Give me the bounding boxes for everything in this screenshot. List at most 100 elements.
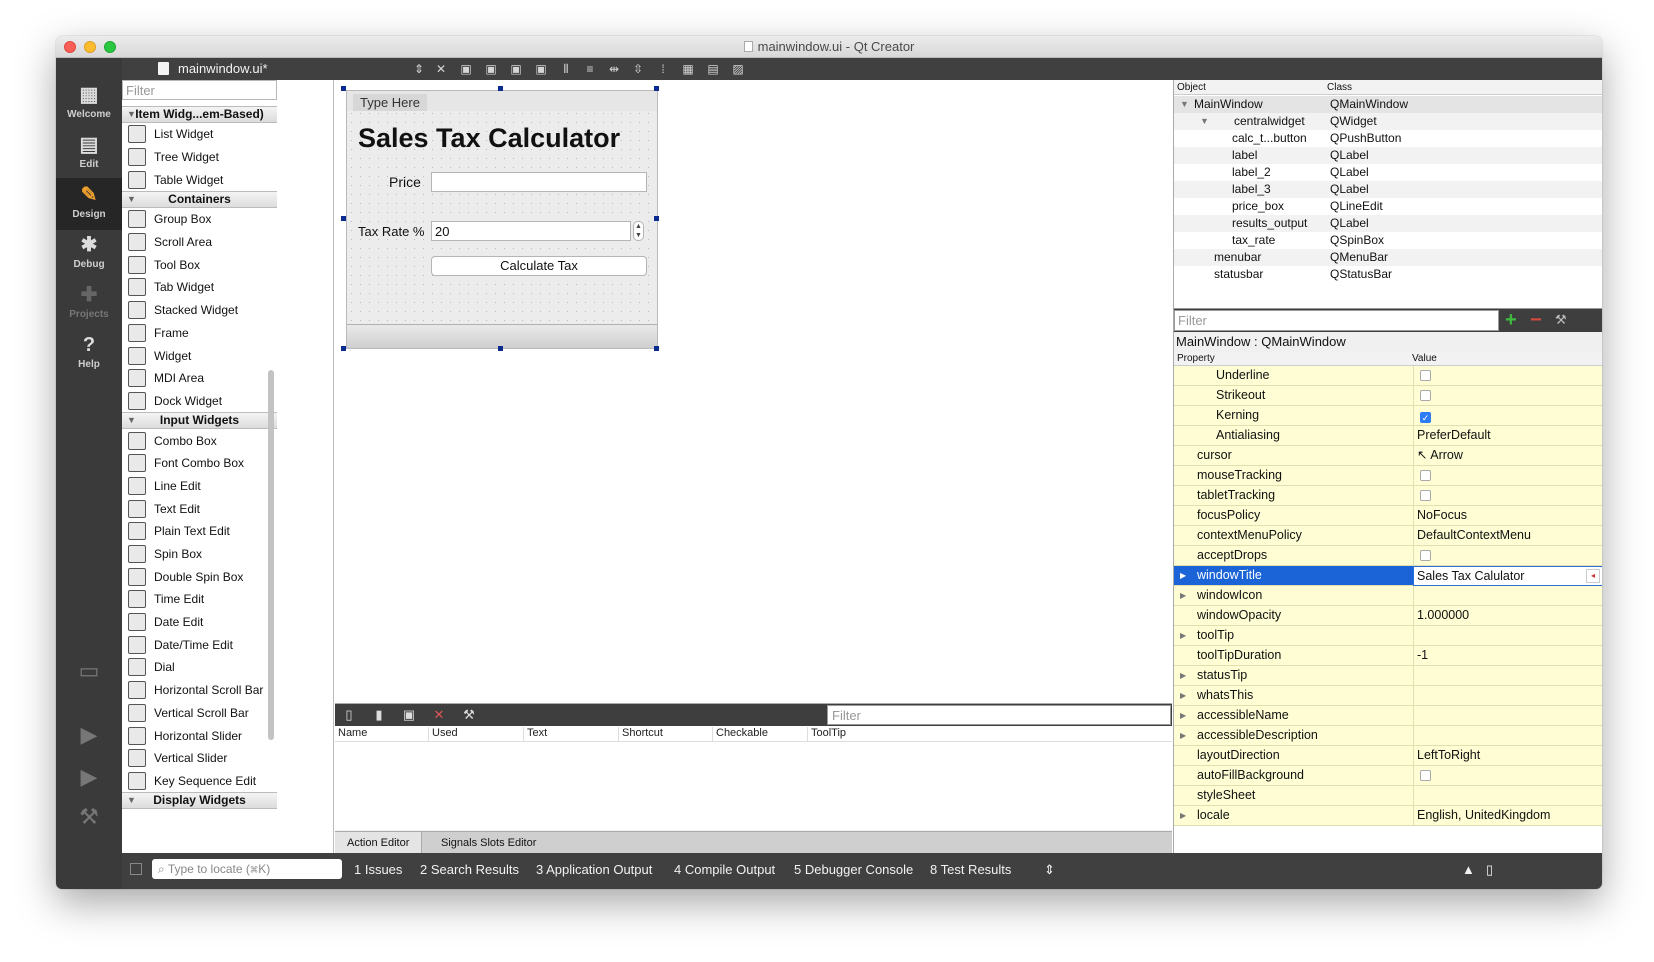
edit-tab-order-icon[interactable]: ▣ xyxy=(534,62,548,76)
property-value[interactable]: ✓ xyxy=(1413,406,1602,426)
column-header[interactable]: Object xyxy=(1177,82,1206,93)
edit-widgets-icon[interactable]: ▣ xyxy=(459,62,473,76)
widget-item-stacked-widget[interactable]: Stacked Widget xyxy=(122,299,277,322)
edit-buddies-icon[interactable]: ▣ xyxy=(509,62,523,76)
widget-item-horizontal-scroll-bar[interactable]: Horizontal Scroll Bar xyxy=(122,679,277,702)
widget-item-tree-widget[interactable]: Tree Widget xyxy=(122,146,277,169)
checkbox[interactable] xyxy=(1420,470,1431,481)
widget-box-scrollbar[interactable] xyxy=(268,370,274,740)
property-row-statustip[interactable]: ▶ statusTip xyxy=(1174,666,1602,686)
property-value[interactable] xyxy=(1413,366,1602,386)
close-window-button[interactable] xyxy=(64,41,76,53)
layout-form-icon[interactable]: ⁞ xyxy=(656,62,670,76)
widget-item-list-widget[interactable]: List Widget xyxy=(122,123,277,146)
property-value[interactable]: 1.000000 xyxy=(1413,606,1602,626)
build-hammer-icon[interactable]: ⚒ xyxy=(76,804,102,830)
checkbox[interactable] xyxy=(1420,490,1431,501)
close-file-icon[interactable]: ✕ xyxy=(434,62,448,76)
checkbox[interactable] xyxy=(1420,390,1431,401)
property-row-autofillbackground[interactable]: autoFillBackground xyxy=(1174,766,1602,786)
paste-action-icon[interactable]: ▣ xyxy=(401,707,417,723)
minimize-window-button[interactable] xyxy=(84,41,96,53)
configure-icon[interactable]: ⚒ xyxy=(461,707,477,723)
widget-item-dial[interactable]: Dial xyxy=(122,656,277,679)
delete-action-icon[interactable]: ✕ xyxy=(431,707,447,723)
category-containers[interactable]: ▼ Containers xyxy=(122,191,277,209)
tax-rate-spinbox[interactable]: 20 xyxy=(431,221,631,241)
object-tree-row[interactable]: results_output QLabel xyxy=(1174,215,1602,232)
property-value[interactable] xyxy=(1413,546,1602,566)
pane-debugger-console[interactable]: 5 Debugger Console xyxy=(794,862,913,877)
property-row-kerning[interactable]: Kerning ✓ xyxy=(1174,406,1602,426)
adjust-size-icon[interactable]: ▨ xyxy=(731,62,745,76)
mode-projects[interactable]: ✚ Projects xyxy=(56,278,122,330)
layout-vertical-icon[interactable]: ≡ xyxy=(583,62,597,76)
object-tree-row[interactable]: calc_t...button QPushButton xyxy=(1174,130,1602,147)
widget-item-tool-box[interactable]: Tool Box xyxy=(122,253,277,276)
expand-arrow-icon[interactable]: ▶ xyxy=(1180,706,1186,725)
column-header[interactable]: Property xyxy=(1177,353,1215,364)
object-tree-row[interactable]: price_box QLineEdit xyxy=(1174,198,1602,215)
property-row-tablettracking[interactable]: tabletTracking xyxy=(1174,486,1602,506)
widget-item-vertical-slider[interactable]: Vertical Slider xyxy=(122,747,277,770)
tab-action-editor[interactable]: Action Editor xyxy=(335,832,423,854)
selection-handle[interactable] xyxy=(341,216,346,221)
right-sidebar-toggle-icon[interactable]: ▯ xyxy=(1486,862,1493,878)
property-value[interactable]: LeftToRight xyxy=(1413,746,1602,766)
property-row-tooltipduration[interactable]: toolTipDuration -1 xyxy=(1174,646,1602,666)
property-row-mousetracking[interactable]: mouseTracking xyxy=(1174,466,1602,486)
expand-arrow-icon[interactable]: ▼ xyxy=(1180,96,1189,113)
layout-grid-icon[interactable]: ▦ xyxy=(681,62,695,76)
property-row-tooltip[interactable]: ▶ toolTip xyxy=(1174,626,1602,646)
widget-item-tab-widget[interactable]: Tab Widget xyxy=(122,276,277,299)
selection-handle[interactable] xyxy=(654,346,659,351)
category-display-widgets[interactable]: ▼ Display Widgets xyxy=(122,792,277,810)
expand-arrow-icon[interactable]: ▼ xyxy=(1200,113,1209,130)
property-row-accessibledescription[interactable]: ▶ accessibleDescription xyxy=(1174,726,1602,746)
pane-search-results[interactable]: 2 Search Results xyxy=(420,862,519,877)
break-layout-icon[interactable]: ▤ xyxy=(706,62,720,76)
property-value[interactable]: -1 xyxy=(1413,646,1602,666)
widget-item-plain-text-edit[interactable]: Plain Text Edit xyxy=(122,520,277,543)
property-row-contextmenupolicy[interactable]: contextMenuPolicy DefaultContextMenu xyxy=(1174,526,1602,546)
widget-item-combo-box[interactable]: Combo Box xyxy=(122,429,277,452)
run-icon[interactable]: ▶ xyxy=(76,722,102,748)
property-value[interactable] xyxy=(1413,766,1602,786)
column-header[interactable]: Shortcut xyxy=(618,727,663,741)
mode-welcome[interactable]: ▦ Welcome xyxy=(56,78,122,130)
locator-input[interactable]: ⌕ Type to locate (⌘K) xyxy=(152,859,342,879)
tax-rate-label[interactable]: Tax Rate % xyxy=(358,224,424,239)
property-row-cursor[interactable]: cursor ↖ Arrow xyxy=(1174,446,1602,466)
property-row-whatsthis[interactable]: ▶ whatsThis xyxy=(1174,686,1602,706)
widget-item-widget[interactable]: Widget xyxy=(122,344,277,367)
expand-arrow-icon[interactable]: ▶ xyxy=(1180,726,1186,745)
property-value[interactable]: ↖ Arrow xyxy=(1413,446,1602,466)
expand-arrow-icon[interactable]: ▶ xyxy=(1180,566,1186,585)
copy-action-icon[interactable]: ▮ xyxy=(371,707,387,723)
mode-design[interactable]: ✎ Design xyxy=(56,178,122,230)
maximize-window-button[interactable] xyxy=(104,41,116,53)
debug-run-icon[interactable]: ▶ xyxy=(76,764,102,790)
layout-horizontal-icon[interactable]: ⦀ xyxy=(559,62,573,76)
checkbox[interactable]: ✓ xyxy=(1420,412,1431,423)
form-title-label[interactable]: Sales Tax Calculator xyxy=(358,123,620,154)
object-tree-row[interactable]: ▼ MainWindow QMainWindow xyxy=(1174,96,1602,113)
property-value[interactable] xyxy=(1413,626,1602,646)
selection-handle[interactable] xyxy=(654,86,659,91)
property-row-layoutdirection[interactable]: layoutDirection LeftToRight xyxy=(1174,746,1602,766)
selection-handle[interactable] xyxy=(498,346,503,351)
form-statusbar[interactable] xyxy=(347,324,657,348)
property-row-windowopacity[interactable]: windowOpacity 1.000000 xyxy=(1174,606,1602,626)
widget-item-date-time-edit[interactable]: Date/Time Edit xyxy=(122,633,277,656)
property-row-windowtitle[interactable]: ▶ windowTitle Sales Tax Calulator ◂ xyxy=(1174,566,1602,586)
widget-item-vertical-scroll-bar[interactable]: Vertical Scroll Bar xyxy=(122,702,277,725)
design-canvas[interactable]: Type Here Sales Tax Calculator Price Tax… xyxy=(335,80,1172,703)
expand-arrow-icon[interactable]: ▶ xyxy=(1180,586,1186,605)
configure-icon[interactable]: ⚒ xyxy=(1555,312,1567,328)
property-row-strikeout[interactable]: Strikeout xyxy=(1174,386,1602,406)
tab-signals-slots[interactable]: Signals Slots Editor xyxy=(429,832,548,854)
pane-issues[interactable]: 1 Issues xyxy=(354,862,402,877)
checkbox[interactable] xyxy=(1420,370,1431,381)
property-value[interactable]: Sales Tax Calulator ◂ xyxy=(1413,566,1602,586)
column-header[interactable]: Value xyxy=(1412,353,1437,364)
